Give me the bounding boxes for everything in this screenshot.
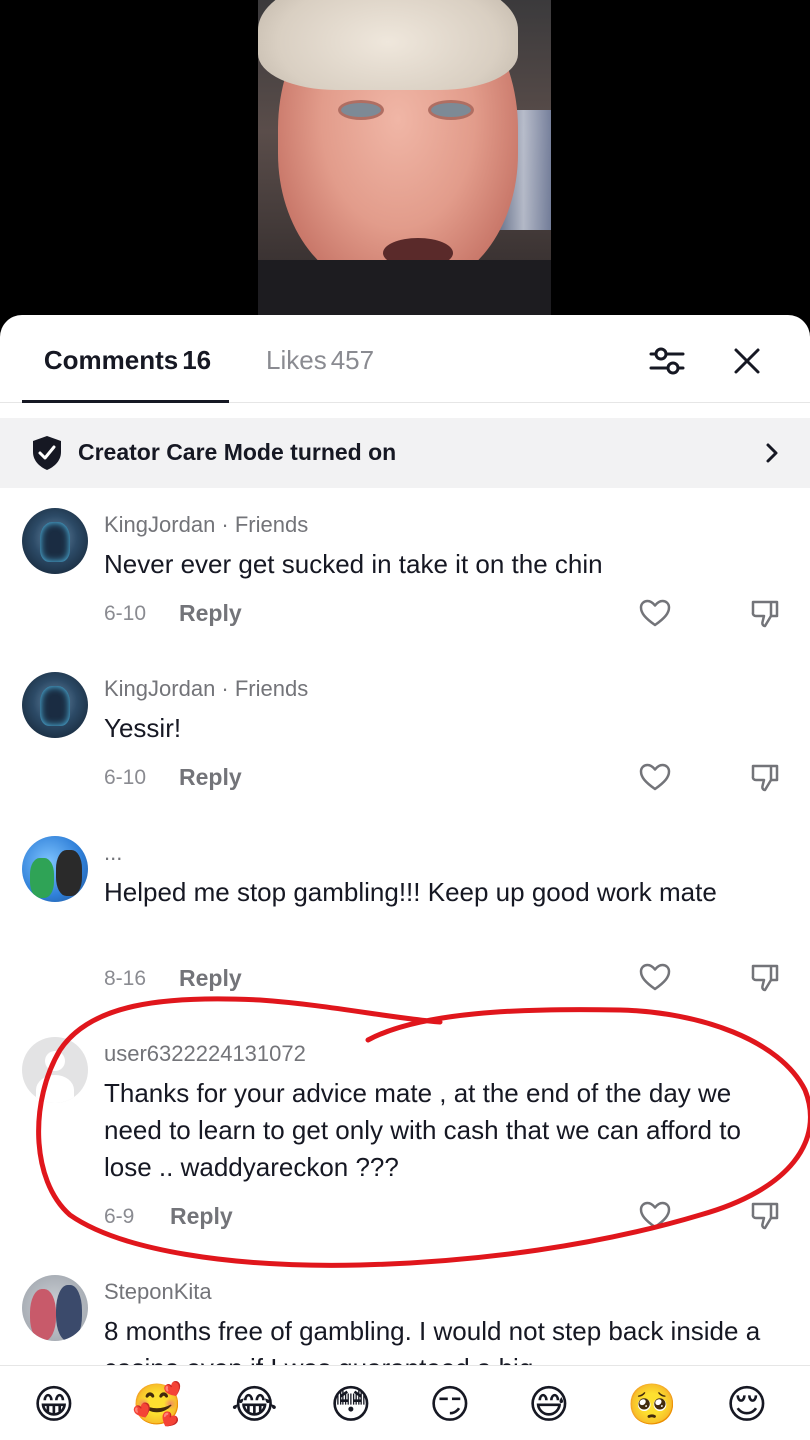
emoji-button[interactable]: 😳 (330, 1380, 372, 1430)
comment-text: Thanks for your advice mate , at the end… (104, 1078, 741, 1182)
comment-username[interactable]: user6322224131072 (104, 1041, 306, 1067)
comment-username[interactable]: ... (104, 840, 122, 866)
comment-username[interactable]: KingJordan · Friends (104, 676, 308, 702)
emoji-button[interactable]: 😏 (429, 1380, 471, 1430)
tab-likes-count: 457 (330, 345, 375, 375)
avatar[interactable] (22, 1275, 88, 1341)
creator-care-text: Creator Care Mode turned on (78, 439, 397, 465)
thumbs-down-icon[interactable] (749, 597, 781, 629)
comment-text: Helped me stop gambling!!! Keep up good … (104, 877, 717, 907)
sliders-icon[interactable] (647, 341, 687, 381)
comment-item: SteponKita 8 months free of gambling. I … (0, 1275, 810, 1365)
thumbs-down-icon[interactable] (749, 1199, 781, 1231)
heart-outline-icon[interactable] (639, 1200, 671, 1230)
creator-care-banner[interactable]: Creator Care Mode turned on (0, 418, 810, 488)
comment-username[interactable]: SteponKita (104, 1279, 212, 1305)
tab-comments[interactable]: Comments 16 (22, 345, 229, 403)
chevron-right-icon (766, 443, 778, 463)
emoji-button[interactable]: 😌 (726, 1380, 768, 1430)
comment-date: 6-10 (104, 602, 147, 625)
comment-text: 8 months free of gambling. I would not s… (104, 1316, 761, 1365)
comment-date: 6-10 (104, 766, 147, 789)
comment-date: 8-16 (104, 967, 147, 990)
heart-outline-icon[interactable] (639, 598, 671, 628)
reply-button[interactable]: Reply (170, 1203, 233, 1230)
comment-date: 6-9 (104, 1205, 135, 1228)
comment-text: Yessir! (104, 713, 182, 743)
reply-button[interactable]: Reply (179, 965, 242, 992)
emoji-quick-bar: 😁 🥰 😂 😳 😏 😅 🥺 😌 (0, 1365, 810, 1440)
eye-right (428, 100, 474, 120)
avatar[interactable] (22, 1037, 88, 1103)
emoji-button[interactable]: 🥰 (132, 1380, 182, 1430)
emoji-button[interactable]: 🥺 (627, 1380, 677, 1430)
tab-likes[interactable]: Likes 457 (266, 345, 374, 403)
comments-sheet: Comments 16 Likes 457 Creator Care Mode tu… (0, 315, 810, 1440)
avatar[interactable] (22, 836, 88, 902)
thumbs-down-icon[interactable] (749, 761, 781, 793)
person-hair (258, 0, 518, 90)
emoji-button[interactable]: 😅 (528, 1380, 570, 1430)
emoji-button[interactable]: 😂 (231, 1380, 278, 1430)
reply-button[interactable]: Reply (179, 764, 242, 791)
emoji-button[interactable]: 😁 (33, 1380, 75, 1430)
video-frame (258, 0, 551, 330)
tab-comments-label: Comments (43, 345, 179, 375)
avatar[interactable] (22, 508, 88, 574)
tab-likes-label: Likes (266, 345, 327, 375)
eye-left (338, 100, 384, 120)
comment-text: Never ever get sucked in take it on the … (104, 549, 603, 579)
tab-bar: Comments 16 Likes 457 (0, 315, 810, 403)
heart-outline-icon[interactable] (639, 962, 671, 992)
comment-username[interactable]: KingJordan · Friends (104, 512, 308, 538)
heart-outline-icon[interactable] (639, 762, 671, 792)
close-icon[interactable] (727, 341, 767, 381)
thumbs-down-icon[interactable] (749, 961, 781, 993)
reply-button[interactable]: Reply (179, 600, 242, 627)
shield-check-icon (33, 436, 61, 470)
tab-comments-count: 16 (182, 345, 212, 375)
video-player[interactable] (0, 0, 810, 330)
avatar[interactable] (22, 672, 88, 738)
